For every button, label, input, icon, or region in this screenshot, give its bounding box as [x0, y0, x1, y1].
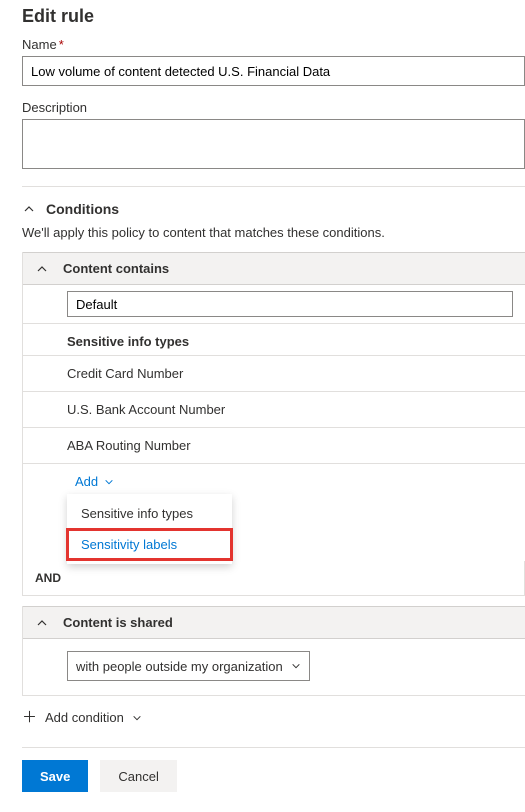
chevron-down-icon: [132, 713, 142, 723]
description-textarea[interactable]: [22, 119, 525, 169]
page-title: Edit rule: [22, 6, 525, 27]
dropdown-item-sensitivity-labels[interactable]: Sensitivity labels: [67, 529, 232, 560]
name-input[interactable]: [22, 56, 525, 86]
shared-with-select[interactable]: with people outside my organization: [67, 651, 310, 681]
name-label: Name*: [22, 37, 525, 52]
divider: [22, 186, 525, 187]
sensitive-info-types-label: Sensitive info types: [23, 324, 525, 356]
content-contains-panel: Content contains Sensitive info types Cr…: [22, 252, 525, 561]
content-shared-panel: Content is shared with people outside my…: [22, 606, 525, 696]
add-condition-button[interactable]: ＋ Add condition: [22, 710, 142, 725]
operator-and: AND: [22, 561, 525, 596]
dropdown-item-sensitive-info-types[interactable]: Sensitive info types: [67, 498, 232, 529]
save-button[interactable]: Save: [22, 760, 88, 792]
required-asterisk: *: [59, 37, 64, 52]
description-label: Description: [22, 100, 525, 115]
chevron-down-icon: [291, 661, 301, 671]
chevron-up-icon: [35, 616, 49, 630]
conditions-subtext: We'll apply this policy to content that …: [22, 225, 525, 240]
info-type-row[interactable]: Credit Card Number: [23, 356, 525, 392]
chevron-up-icon: [35, 262, 49, 276]
add-dropdown-button[interactable]: Add: [75, 474, 114, 489]
chevron-up-icon: [22, 202, 36, 216]
content-contains-header[interactable]: Content contains: [23, 252, 525, 285]
chevron-down-icon: [104, 477, 114, 487]
plus-icon: ＋: [22, 710, 37, 725]
group-name-input[interactable]: [67, 291, 513, 317]
cancel-button[interactable]: Cancel: [100, 760, 176, 792]
info-type-row[interactable]: U.S. Bank Account Number: [23, 392, 525, 428]
add-dropdown-menu: Sensitive info types Sensitivity labels: [67, 494, 232, 564]
conditions-header[interactable]: Conditions: [22, 201, 525, 217]
info-type-row[interactable]: ABA Routing Number: [23, 428, 525, 464]
content-shared-header[interactable]: Content is shared: [23, 606, 525, 639]
